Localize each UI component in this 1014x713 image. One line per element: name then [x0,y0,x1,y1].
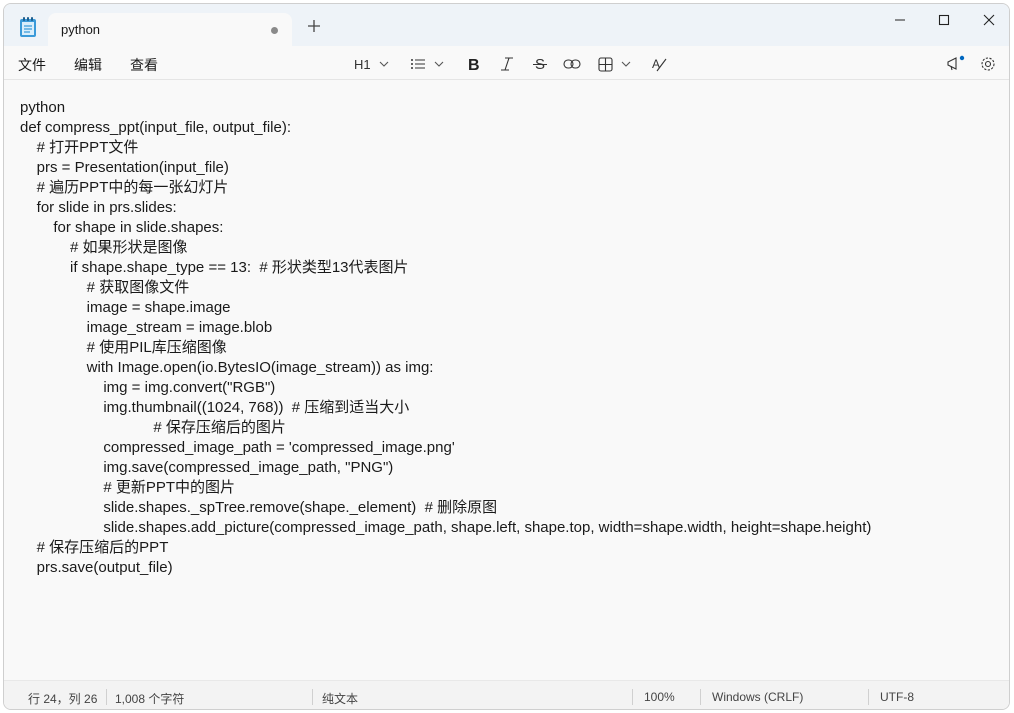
plus-icon [308,20,320,32]
text-line: # 如果形状是图像 [20,239,188,256]
text-line: prs = Presentation(input_file) [20,159,229,176]
character-count: 1,008 个字符 [115,692,185,706]
close-icon [983,14,995,26]
title-bar: python [4,4,1009,47]
table-icon [598,56,613,72]
clear-format-button[interactable]: A [651,53,667,75]
strikethrough-button[interactable]: S [532,53,548,75]
text-line: if shape.shape_type == 13: # 形状类型13代表图片 [20,259,409,276]
text-line: img = img.convert("RGB") [20,379,276,396]
heading-label: H1 [354,56,371,72]
text-line: compressed_image_path = 'compressed_imag… [20,439,455,456]
chevron-down-icon [621,61,631,67]
divider [868,689,869,705]
text-line: # 使用PIL库压缩图像 [20,339,227,356]
maximize-button[interactable] [921,4,967,36]
minimize-button[interactable] [877,4,923,36]
text-format[interactable]: 纯文本 [322,690,358,707]
text-line: # 打开PPT文件 [20,139,139,156]
encoding[interactable]: UTF-8 [880,690,914,704]
list-dropdown[interactable] [410,53,444,75]
link-icon [563,59,581,69]
table-dropdown[interactable] [598,53,631,75]
maximize-icon [938,14,950,26]
text-line: # 遍历PPT中的每一张幻灯片 [20,179,229,196]
text-line: # 获取图像文件 [20,279,190,296]
divider [632,689,633,705]
menu-view[interactable]: 查看 [130,55,158,75]
status-bar: 行 24，列 26 1,008 个字符 纯文本 100% Windows (CR… [4,680,1009,709]
unsaved-dot-icon[interactable] [271,27,278,34]
whats-new-button[interactable] [946,53,966,75]
close-button[interactable] [966,4,1009,36]
text-line: slide.shapes.add_picture(compressed_imag… [20,519,872,536]
text-line: image_stream = image.blob [20,319,273,336]
new-tab-button[interactable] [304,19,324,39]
italic-icon [501,57,513,71]
minimize-icon [895,19,905,21]
bold-icon: B [468,57,480,72]
bold-button[interactable]: B [466,53,480,75]
megaphone-icon [947,55,965,71]
line-ending[interactable]: Windows (CRLF) [712,690,803,704]
tab-title: python [61,22,101,37]
strikethrough-icon: S [533,56,547,72]
text-line: img.save(compressed_image_path, "PNG") [20,459,394,476]
tab-python[interactable]: python [48,13,292,47]
link-button[interactable] [563,53,581,75]
chevron-down-icon [434,61,444,67]
text-line: slide.shapes._spTree.remove(shape._eleme… [20,499,498,516]
notepad-app-icon [18,16,38,38]
menu-edit[interactable]: 编辑 [74,55,102,75]
text-line: # 更新PPT中的图片 [20,479,236,496]
menu-file[interactable]: 文件 [18,55,46,75]
heading-dropdown[interactable]: H1 [354,53,389,75]
text-line: for slide in prs.slides: [20,199,177,216]
text-line: prs.save(output_file) [20,559,173,576]
text-line: for shape in slide.shapes: [20,219,224,236]
svg-text:B: B [468,57,480,72]
divider [106,689,107,705]
divider [700,689,701,705]
clear-format-icon: A [652,57,667,72]
text-line: with Image.open(io.BytesIO(image_stream)… [20,359,434,376]
divider [312,689,313,705]
menu-bar: 文件 编辑 查看 H1 B S A [4,46,1009,80]
settings-button[interactable] [980,53,996,75]
italic-button[interactable] [500,53,514,75]
cursor-position: 行 24，列 26 [28,692,98,706]
chevron-down-icon [379,61,389,67]
zoom-level[interactable]: 100% [644,690,675,704]
list-icon [411,59,425,69]
text-line: image = shape.image [20,299,231,316]
text-line: # 保存压缩后的图片 [20,419,286,436]
text-line: img.thumbnail((1024, 768)) # 压缩到适当大小 [20,399,410,416]
text-editor[interactable]: python def compress_ppt(input_file, outpu… [4,81,1009,677]
text-line: # 保存压缩后的PPT [20,539,169,556]
notepad-window: python 文件 编辑 查看 H1 B S A python def comp… [3,3,1010,710]
text-line: python [20,99,66,116]
gear-icon [981,57,995,71]
text-line: def compress_ppt(input_file, output_file… [20,119,291,136]
